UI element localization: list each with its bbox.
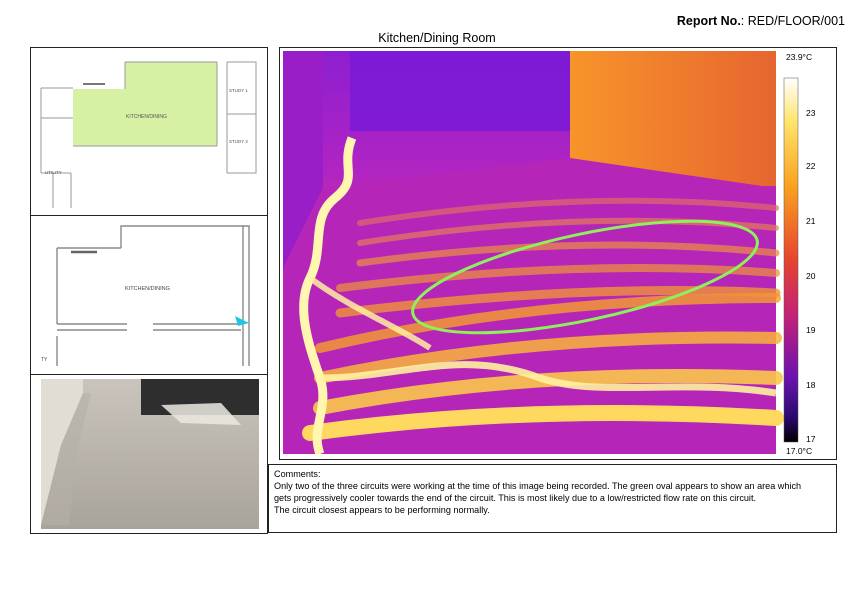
comments-line: The circuit closest appears to be perfor… (274, 505, 490, 515)
scale-tick: 19 (806, 325, 816, 335)
plan-label-kitchen-detail: KITCHEN/DINING (125, 286, 170, 292)
thermal-image (283, 51, 799, 456)
comments-line: Only two of the three circuits were work… (274, 481, 802, 491)
floorplan-detail-panel: KITCHEN/DINING TY (30, 215, 268, 375)
scale-tick: 21 (806, 216, 816, 226)
temperature-scale-bar (783, 77, 799, 443)
report-number-value: : RED/FLOOR/001 (740, 14, 845, 28)
plan-label-kitchen: KITCHEN/DINING (126, 114, 167, 120)
site-photo-panel (30, 374, 268, 534)
scale-max-label: 23.9°C (786, 52, 813, 62)
scale-tick: 17 (806, 434, 816, 444)
report-number-label: Report No. (676, 14, 741, 28)
page-title: Kitchen/Dining Room (378, 31, 496, 45)
report-number: Report No.: RED/FLOOR/001 (640, 14, 845, 28)
plan-label-utility: UTILITY (45, 170, 62, 175)
plan-label-study1: STUDY 1 (229, 88, 248, 93)
comments-box: Comments: Only two of the three circuits… (268, 464, 837, 533)
plan-label-study2: STUDY 2 (229, 139, 248, 144)
scale-tick: 22 (806, 161, 816, 171)
scale-tick: 18 (806, 380, 816, 390)
plan-label-corner: TY (41, 357, 48, 363)
scale-tick: 23 (806, 108, 816, 118)
site-photo (41, 379, 259, 529)
kitchen-highlight-upper (125, 62, 217, 90)
thermal-panel: 23.9°C 23 22 21 20 19 18 17 17.0°C (279, 47, 837, 460)
comments-heading: Comments: (274, 469, 321, 479)
comments-line: gets progressively cooler towards the en… (274, 493, 757, 503)
floorplan-detail: KITCHEN/DINING TY (41, 225, 250, 366)
scale-min-label: 17.0°C (786, 446, 813, 456)
floorplan-overview-panel: KITCHEN/DINING STUDY 1 STUDY 2 UTILITY (30, 47, 268, 216)
floorplan-overview: KITCHEN/DINING STUDY 1 STUDY 2 UTILITY (40, 61, 257, 208)
scale-tick: 20 (806, 271, 816, 281)
